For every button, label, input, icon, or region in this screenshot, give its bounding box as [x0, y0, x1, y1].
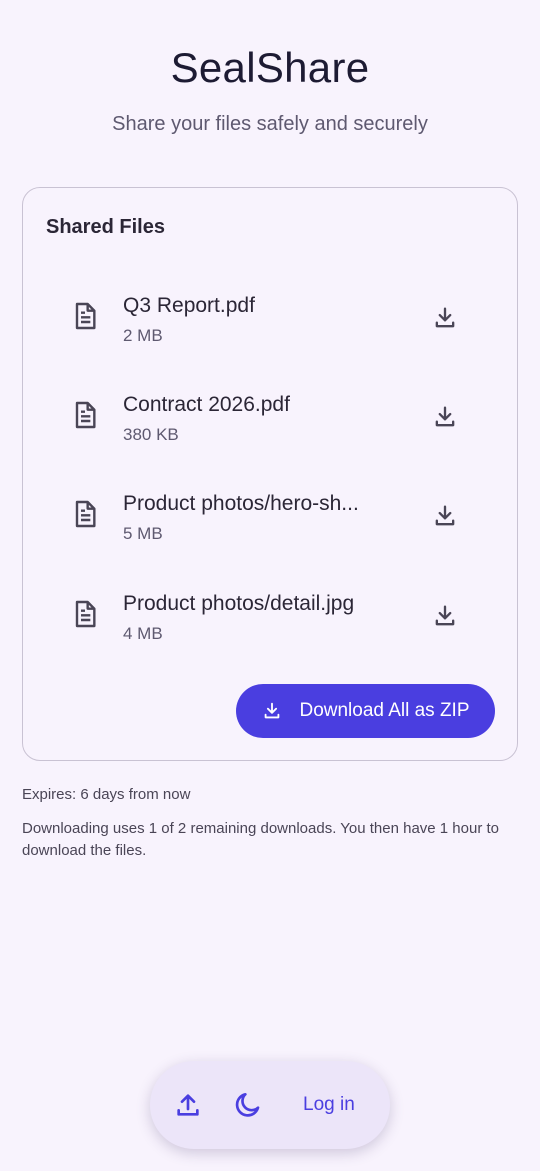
- file-row: Product photos/hero-sh... 5 MB: [23, 472, 517, 562]
- document-icon: [69, 498, 101, 530]
- download-all-label: Download All as ZIP: [299, 700, 470, 721]
- download-icon: [435, 605, 455, 626]
- file-name: Product photos/detail.jpg: [123, 592, 355, 615]
- app-subtitle: Share your files safely and securely: [112, 113, 428, 135]
- download-file-button[interactable]: [425, 496, 465, 536]
- file-row: Q3 Report.pdf 2 MB: [23, 274, 517, 364]
- card-title: Shared Files: [46, 216, 165, 238]
- document-icon: [69, 598, 101, 630]
- file-name: Q3 Report.pdf: [123, 294, 255, 317]
- file-name: Product photos/hero-sh...: [123, 492, 359, 515]
- download-icon: [435, 406, 455, 427]
- download-limit-note: Downloading uses 1 of 2 remaining downlo…: [22, 820, 500, 859]
- file-size: 2 MB: [123, 326, 163, 345]
- file-name: Contract 2026.pdf: [123, 393, 290, 416]
- file-row: Contract 2026.pdf 380 KB: [23, 373, 517, 463]
- file-size: 380 KB: [123, 425, 179, 444]
- app-title: SealShare: [170, 44, 370, 91]
- download-icon: [265, 702, 280, 719]
- file-size: 4 MB: [123, 624, 163, 643]
- bottom-action-bar: Log in: [150, 1061, 390, 1149]
- upload-icon[interactable]: [172, 1089, 204, 1121]
- download-all-zip-button[interactable]: Download All as ZIP: [236, 684, 495, 738]
- download-file-button[interactable]: [425, 596, 465, 636]
- document-icon: [69, 399, 101, 431]
- download-icon: [435, 505, 455, 526]
- document-icon: [69, 300, 101, 332]
- shared-files-card: Shared Files Q3 Report.pdf 2 MB Contract…: [22, 187, 518, 761]
- file-row: Product photos/detail.jpg 4 MB: [23, 572, 517, 662]
- download-file-button[interactable]: [425, 397, 465, 437]
- moon-icon[interactable]: [232, 1089, 264, 1121]
- download-file-button[interactable]: [425, 298, 465, 338]
- file-size: 5 MB: [123, 524, 163, 543]
- expiry-text: Expires: 6 days from now: [22, 786, 191, 803]
- download-icon: [435, 307, 455, 328]
- login-button[interactable]: Log in: [303, 1094, 355, 1116]
